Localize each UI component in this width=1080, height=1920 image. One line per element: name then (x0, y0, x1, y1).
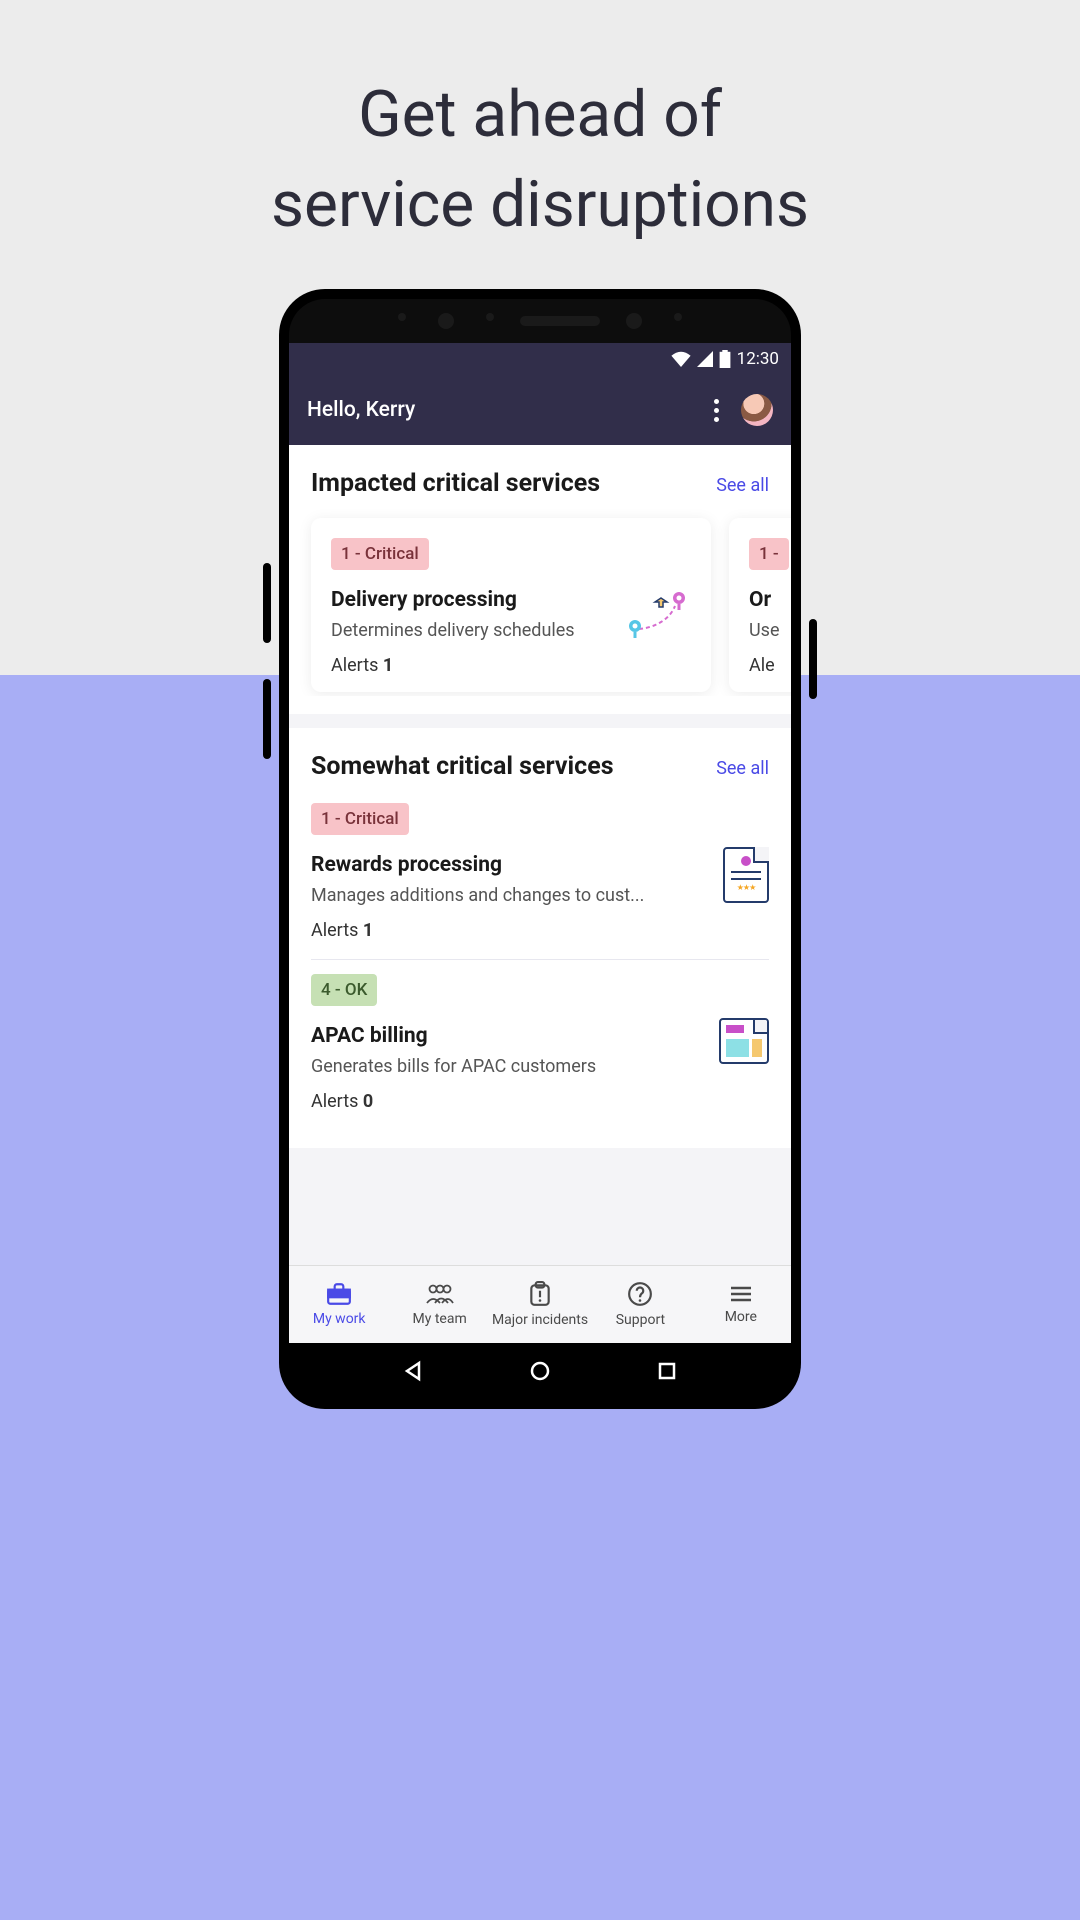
briefcase-icon (326, 1282, 352, 1306)
see-all-somewhat[interactable]: See all (716, 758, 769, 779)
recents-icon[interactable] (655, 1359, 679, 1383)
headline-line-2: service disruptions (271, 167, 809, 242)
phone-frame: 12:30 Hello, Kerry Impacted critical ser… (279, 289, 801, 1409)
card-desc: Determines delivery schedules (331, 620, 601, 641)
section-title-somewhat: Somewhat critical services (311, 752, 614, 781)
nav-more[interactable]: More (691, 1284, 791, 1325)
card-alerts: Ale (749, 655, 791, 676)
android-nav-bar (289, 1343, 791, 1399)
question-circle-icon (627, 1281, 653, 1307)
nav-label: My work (313, 1311, 366, 1327)
status-bar: 12:30 (289, 343, 791, 375)
app-header: Hello, Kerry (289, 375, 791, 445)
nav-label: More (725, 1309, 757, 1325)
nav-label: Support (616, 1312, 665, 1328)
card-desc: Use (749, 620, 791, 641)
delivery-icon (621, 584, 693, 648)
back-icon[interactable] (401, 1359, 425, 1383)
bottom-nav: My work My team Major incidents Support … (289, 1265, 791, 1343)
volume-up-button (263, 563, 271, 643)
incident-icon (528, 1281, 552, 1307)
nav-my-work[interactable]: My work (289, 1282, 389, 1327)
see-all-impacted[interactable]: See all (716, 475, 769, 496)
card-alerts: Alerts 1 (331, 655, 691, 676)
cellular-icon (697, 351, 713, 367)
status-time: 12:30 (737, 349, 779, 369)
nav-support[interactable]: Support (590, 1281, 690, 1328)
list-somewhat: 1 - Critical Rewards processing Manages … (289, 789, 791, 1130)
nav-major-incidents[interactable]: Major incidents (490, 1281, 590, 1328)
status-badge: 1 - Critical (311, 803, 409, 835)
kebab-menu-icon[interactable] (714, 399, 719, 422)
headline-line-1: Get ahead of (358, 77, 722, 152)
list-title: APAC billing (311, 1024, 769, 1048)
volume-down-button (263, 679, 271, 759)
service-list-item[interactable]: 1 - Critical Rewards processing Manages … (311, 789, 769, 960)
team-icon (425, 1282, 455, 1306)
rewards-document-icon: ★★★ (723, 847, 769, 903)
card-rail-impacted[interactable]: 1 - Critical Delivery processing Determi… (289, 506, 791, 696)
nav-label: Major incidents (492, 1312, 588, 1328)
section-title-impacted: Impacted critical services (311, 469, 600, 498)
phone-top-bezel (289, 299, 791, 343)
wifi-icon (671, 351, 691, 367)
nav-label: My team (413, 1311, 467, 1327)
list-desc: Manages additions and changes to cust... (311, 885, 661, 906)
nav-my-team[interactable]: My team (389, 1282, 489, 1327)
greeting-text: Hello, Kerry (307, 398, 415, 422)
battery-icon (719, 350, 731, 368)
list-alerts: Alerts 1 (311, 920, 769, 941)
promo-headline: Get ahead of service disruptions (0, 0, 1080, 289)
list-alerts: Alerts 0 (311, 1091, 769, 1112)
phone-screen: 12:30 Hello, Kerry Impacted critical ser… (289, 343, 791, 1343)
avatar[interactable] (741, 394, 773, 426)
section-impacted: Impacted critical services See all 1 - C… (289, 445, 791, 714)
section-somewhat: Somewhat critical services See all 1 - C… (289, 728, 791, 1148)
status-badge: 1 - Critical (331, 538, 429, 570)
billing-document-icon (719, 1018, 769, 1064)
home-icon[interactable] (528, 1359, 552, 1383)
service-card[interactable]: 1 - Or Use Ale (729, 518, 791, 692)
status-badge: 4 - OK (311, 974, 377, 1006)
service-list-item[interactable]: 4 - OK APAC billing Generates bills for … (311, 960, 769, 1130)
card-title: Or (749, 588, 791, 612)
list-title: Rewards processing (311, 853, 769, 877)
status-badge: 1 - (749, 538, 789, 570)
list-desc: Generates bills for APAC customers (311, 1056, 661, 1077)
power-button (809, 619, 817, 699)
service-card[interactable]: 1 - Critical Delivery processing Determi… (311, 518, 711, 692)
hamburger-icon (729, 1284, 753, 1304)
